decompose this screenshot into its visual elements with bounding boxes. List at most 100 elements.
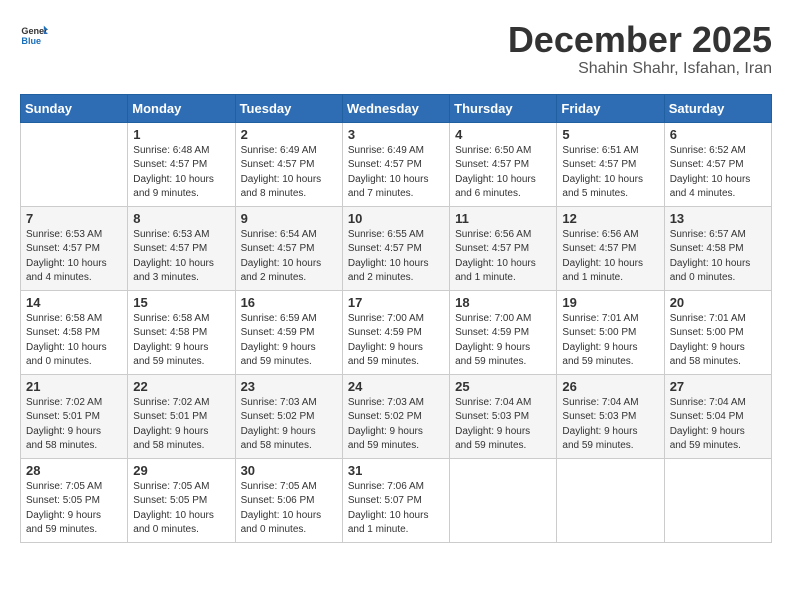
calendar-cell: 6Sunrise: 6:52 AM Sunset: 4:57 PM Daylig…	[664, 122, 771, 206]
calendar-cell: 28 Sunrise: 7:05 AM Sunset: 5:05 PM Dayli…	[21, 458, 128, 542]
day-info: Sunrise: 7:05 AM Sunset: 5:06 PM Dayligh…	[241, 480, 337, 538]
calendar-week-row: 28 Sunrise: 7:05 AM Sunset: 5:05 PM Dayli…	[21, 458, 772, 542]
weekday-header-tuesday: Tuesday	[235, 94, 342, 122]
calendar-cell: 16 Sunrise: 6:59 AM Sunset: 4:59 PM Dayli…	[235, 290, 342, 374]
day-info: Sunrise: 7:00 AM Sunset: 4:59 PM Dayligh…	[348, 312, 444, 370]
calendar-cell: 23 Sunrise: 7:03 AM Sunset: 5:02 PM Dayli…	[235, 374, 342, 458]
day-info: Sunrise: 6:57 AM Sunset: 4:58 PM Dayligh…	[670, 228, 766, 286]
weekday-header-row: SundayMondayTuesdayWednesdayThursdayFrid…	[21, 94, 772, 122]
calendar-cell	[450, 458, 557, 542]
location-title: Shahin Shahr, Isfahan, Iran	[508, 60, 772, 78]
day-number: 7	[26, 211, 122, 226]
day-info: Sunrise: 6:59 AM Sunset: 4:59 PM Dayligh…	[241, 312, 337, 370]
calendar-cell: 25 Sunrise: 7:04 AM Sunset: 5:03 PM Dayli…	[450, 374, 557, 458]
calendar-cell: 19 Sunrise: 7:01 AM Sunset: 5:00 PM Dayli…	[557, 290, 664, 374]
calendar-cell: 1 Sunrise: 6:48 AM Sunset: 4:57 PM Daylig…	[128, 122, 235, 206]
day-info: Sunrise: 6:49 AM Sunset: 4:57 PM Dayligh…	[348, 144, 444, 202]
calendar-cell: 30 Sunrise: 7:05 AM Sunset: 5:06 PM Dayli…	[235, 458, 342, 542]
calendar-cell: 21 Sunrise: 7:02 AM Sunset: 5:01 PM Dayli…	[21, 374, 128, 458]
calendar-cell: 11Sunrise: 6:56 AM Sunset: 4:57 PM Dayli…	[450, 206, 557, 290]
calendar-cell: 9 Sunrise: 6:54 AM Sunset: 4:57 PM Daylig…	[235, 206, 342, 290]
day-number: 22	[133, 379, 229, 394]
month-title: December 2025	[508, 20, 772, 60]
day-number: 15	[133, 295, 229, 310]
day-info: Sunrise: 7:04 AM Sunset: 5:03 PM Dayligh…	[562, 396, 658, 454]
calendar-week-row: 21 Sunrise: 7:02 AM Sunset: 5:01 PM Dayli…	[21, 374, 772, 458]
day-info: Sunrise: 7:03 AM Sunset: 5:02 PM Dayligh…	[241, 396, 337, 454]
day-number: 10	[348, 211, 444, 226]
day-number: 1	[133, 127, 229, 142]
day-number: 3	[348, 127, 444, 142]
calendar-week-row: 1 Sunrise: 6:48 AM Sunset: 4:57 PM Daylig…	[21, 122, 772, 206]
calendar-cell: 4Sunrise: 6:50 AM Sunset: 4:57 PM Daylig…	[450, 122, 557, 206]
day-number: 20	[670, 295, 766, 310]
page-header: General Blue December 2025 Shahin Shahr,…	[20, 20, 772, 78]
calendar-cell: 8 Sunrise: 6:53 AM Sunset: 4:57 PM Daylig…	[128, 206, 235, 290]
day-info: Sunrise: 6:58 AM Sunset: 4:58 PM Dayligh…	[26, 312, 122, 370]
logo-icon: General Blue	[20, 20, 48, 48]
calendar-cell: 5 Sunrise: 6:51 AM Sunset: 4:57 PM Daylig…	[557, 122, 664, 206]
calendar-cell: 17 Sunrise: 7:00 AM Sunset: 4:59 PM Dayli…	[342, 290, 449, 374]
day-number: 31	[348, 463, 444, 478]
day-number: 13	[670, 211, 766, 226]
calendar-cell: 7 Sunrise: 6:53 AM Sunset: 4:57 PM Daylig…	[21, 206, 128, 290]
calendar-cell	[21, 122, 128, 206]
day-info: Sunrise: 6:48 AM Sunset: 4:57 PM Dayligh…	[133, 144, 229, 202]
day-info: Sunrise: 6:53 AM Sunset: 4:57 PM Dayligh…	[26, 228, 122, 286]
day-info: Sunrise: 6:53 AM Sunset: 4:57 PM Dayligh…	[133, 228, 229, 286]
day-number: 24	[348, 379, 444, 394]
day-number: 6	[670, 127, 766, 142]
weekday-header-monday: Monday	[128, 94, 235, 122]
day-number: 16	[241, 295, 337, 310]
day-info: Sunrise: 6:58 AM Sunset: 4:58 PM Dayligh…	[133, 312, 229, 370]
day-number: 9	[241, 211, 337, 226]
calendar-cell: 3 Sunrise: 6:49 AM Sunset: 4:57 PM Daylig…	[342, 122, 449, 206]
weekday-header-saturday: Saturday	[664, 94, 771, 122]
calendar-cell: 20 Sunrise: 7:01 AM Sunset: 5:00 PM Dayli…	[664, 290, 771, 374]
day-number: 11	[455, 211, 551, 226]
day-number: 5	[562, 127, 658, 142]
calendar-cell: 14 Sunrise: 6:58 AM Sunset: 4:58 PM Dayli…	[21, 290, 128, 374]
day-info: Sunrise: 7:00 AM Sunset: 4:59 PM Dayligh…	[455, 312, 551, 370]
day-number: 28	[26, 463, 122, 478]
day-info: Sunrise: 7:06 AM Sunset: 5:07 PM Dayligh…	[348, 480, 444, 538]
day-number: 29	[133, 463, 229, 478]
day-info: Sunrise: 7:02 AM Sunset: 5:01 PM Dayligh…	[26, 396, 122, 454]
day-number: 19	[562, 295, 658, 310]
calendar-table: SundayMondayTuesdayWednesdayThursdayFrid…	[20, 94, 772, 543]
calendar-cell: 10 Sunrise: 6:55 AM Sunset: 4:57 PM Dayli…	[342, 206, 449, 290]
day-info: Sunrise: 6:51 AM Sunset: 4:57 PM Dayligh…	[562, 144, 658, 202]
calendar-cell: 12Sunrise: 6:56 AM Sunset: 4:57 PM Dayli…	[557, 206, 664, 290]
calendar-cell: 2 Sunrise: 6:49 AM Sunset: 4:57 PM Daylig…	[235, 122, 342, 206]
day-number: 17	[348, 295, 444, 310]
day-info: Sunrise: 7:03 AM Sunset: 5:02 PM Dayligh…	[348, 396, 444, 454]
day-info: Sunrise: 7:04 AM Sunset: 5:03 PM Dayligh…	[455, 396, 551, 454]
svg-text:Blue: Blue	[21, 36, 41, 46]
weekday-header-friday: Friday	[557, 94, 664, 122]
day-info: Sunrise: 7:01 AM Sunset: 5:00 PM Dayligh…	[562, 312, 658, 370]
day-number: 25	[455, 379, 551, 394]
calendar-cell: 31 Sunrise: 7:06 AM Sunset: 5:07 PM Dayli…	[342, 458, 449, 542]
day-number: 18	[455, 295, 551, 310]
calendar-cell: 22 Sunrise: 7:02 AM Sunset: 5:01 PM Dayli…	[128, 374, 235, 458]
day-number: 2	[241, 127, 337, 142]
calendar-cell: 29Sunrise: 7:05 AM Sunset: 5:05 PM Dayli…	[128, 458, 235, 542]
day-info: Sunrise: 6:54 AM Sunset: 4:57 PM Dayligh…	[241, 228, 337, 286]
day-info: Sunrise: 7:04 AM Sunset: 5:04 PM Dayligh…	[670, 396, 766, 454]
day-number: 30	[241, 463, 337, 478]
day-info: Sunrise: 6:49 AM Sunset: 4:57 PM Dayligh…	[241, 144, 337, 202]
day-number: 14	[26, 295, 122, 310]
day-info: Sunrise: 7:02 AM Sunset: 5:01 PM Dayligh…	[133, 396, 229, 454]
day-number: 21	[26, 379, 122, 394]
title-area: December 2025 Shahin Shahr, Isfahan, Ira…	[508, 20, 772, 78]
day-number: 26	[562, 379, 658, 394]
logo: General Blue	[20, 20, 48, 48]
day-number: 23	[241, 379, 337, 394]
day-number: 8	[133, 211, 229, 226]
day-info: Sunrise: 7:01 AM Sunset: 5:00 PM Dayligh…	[670, 312, 766, 370]
weekday-header-sunday: Sunday	[21, 94, 128, 122]
day-info: Sunrise: 7:05 AM Sunset: 5:05 PM Dayligh…	[26, 480, 122, 538]
day-info: Sunrise: 6:55 AM Sunset: 4:57 PM Dayligh…	[348, 228, 444, 286]
calendar-cell: 18 Sunrise: 7:00 AM Sunset: 4:59 PM Dayli…	[450, 290, 557, 374]
calendar-cell	[664, 458, 771, 542]
